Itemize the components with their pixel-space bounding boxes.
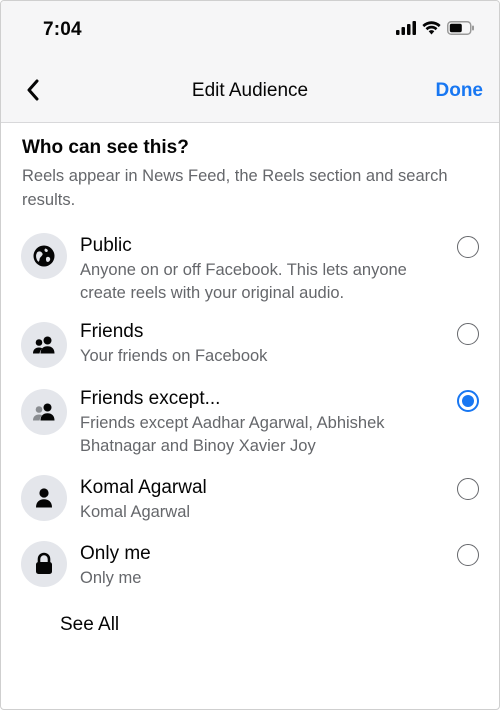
phone-screen: 7:04 Edit Audience Done Who can see this… bbox=[0, 0, 500, 710]
radio-only-me[interactable] bbox=[457, 544, 479, 566]
audience-option-only-me[interactable]: Only me Only me bbox=[1, 541, 499, 597]
radio-public[interactable] bbox=[457, 236, 479, 258]
option-title: Only me bbox=[80, 543, 151, 564]
wifi-icon bbox=[422, 21, 441, 40]
status-icons bbox=[396, 21, 475, 40]
section-subtitle: Reels appear in News Feed, the Reels sec… bbox=[22, 167, 448, 209]
status-time: 7:04 bbox=[43, 19, 82, 40]
option-description: Komal Agarwal bbox=[80, 503, 191, 521]
battery-icon bbox=[447, 21, 475, 40]
option-title: Public bbox=[80, 235, 132, 256]
done-button[interactable]: Done bbox=[436, 80, 484, 102]
audience-option-specific-person[interactable]: Komal Agarwal Komal Agarwal bbox=[1, 475, 499, 531]
radio-friends-except[interactable] bbox=[457, 390, 479, 412]
signal-icon bbox=[396, 21, 416, 40]
friends-icon bbox=[21, 322, 67, 368]
option-description: Friends except Aadhar Agarwal, Abhishek … bbox=[80, 414, 385, 455]
audience-option-friends[interactable]: Friends Your friends on Facebook bbox=[1, 320, 499, 376]
option-title: Friends except... bbox=[80, 388, 221, 409]
lock-icon bbox=[21, 541, 67, 587]
globe-icon bbox=[21, 233, 67, 279]
option-description: Anyone on or off Facebook. This lets any… bbox=[80, 261, 407, 302]
page-title: Edit Audience bbox=[191, 80, 309, 101]
nav-bar: Edit Audience Done bbox=[1, 63, 499, 123]
section-heading: Who can see this? bbox=[22, 137, 189, 158]
radio-komal-agarwal[interactable] bbox=[457, 478, 479, 500]
option-description: Your friends on Facebook bbox=[80, 347, 268, 365]
friends-except-icon bbox=[21, 389, 67, 435]
person-icon bbox=[21, 475, 67, 521]
option-description: Only me bbox=[80, 569, 142, 587]
radio-friends[interactable] bbox=[457, 323, 479, 345]
status-bar: 7:04 bbox=[1, 1, 499, 63]
audience-option-friends-except[interactable]: Friends except... Friends except Aadhar … bbox=[1, 387, 499, 459]
audience-option-public[interactable]: Public Anyone on or off Facebook. This l… bbox=[1, 231, 499, 311]
option-title: Komal Agarwal bbox=[80, 477, 207, 498]
see-all-button[interactable]: See All bbox=[60, 614, 119, 636]
option-title: Friends bbox=[80, 321, 144, 342]
